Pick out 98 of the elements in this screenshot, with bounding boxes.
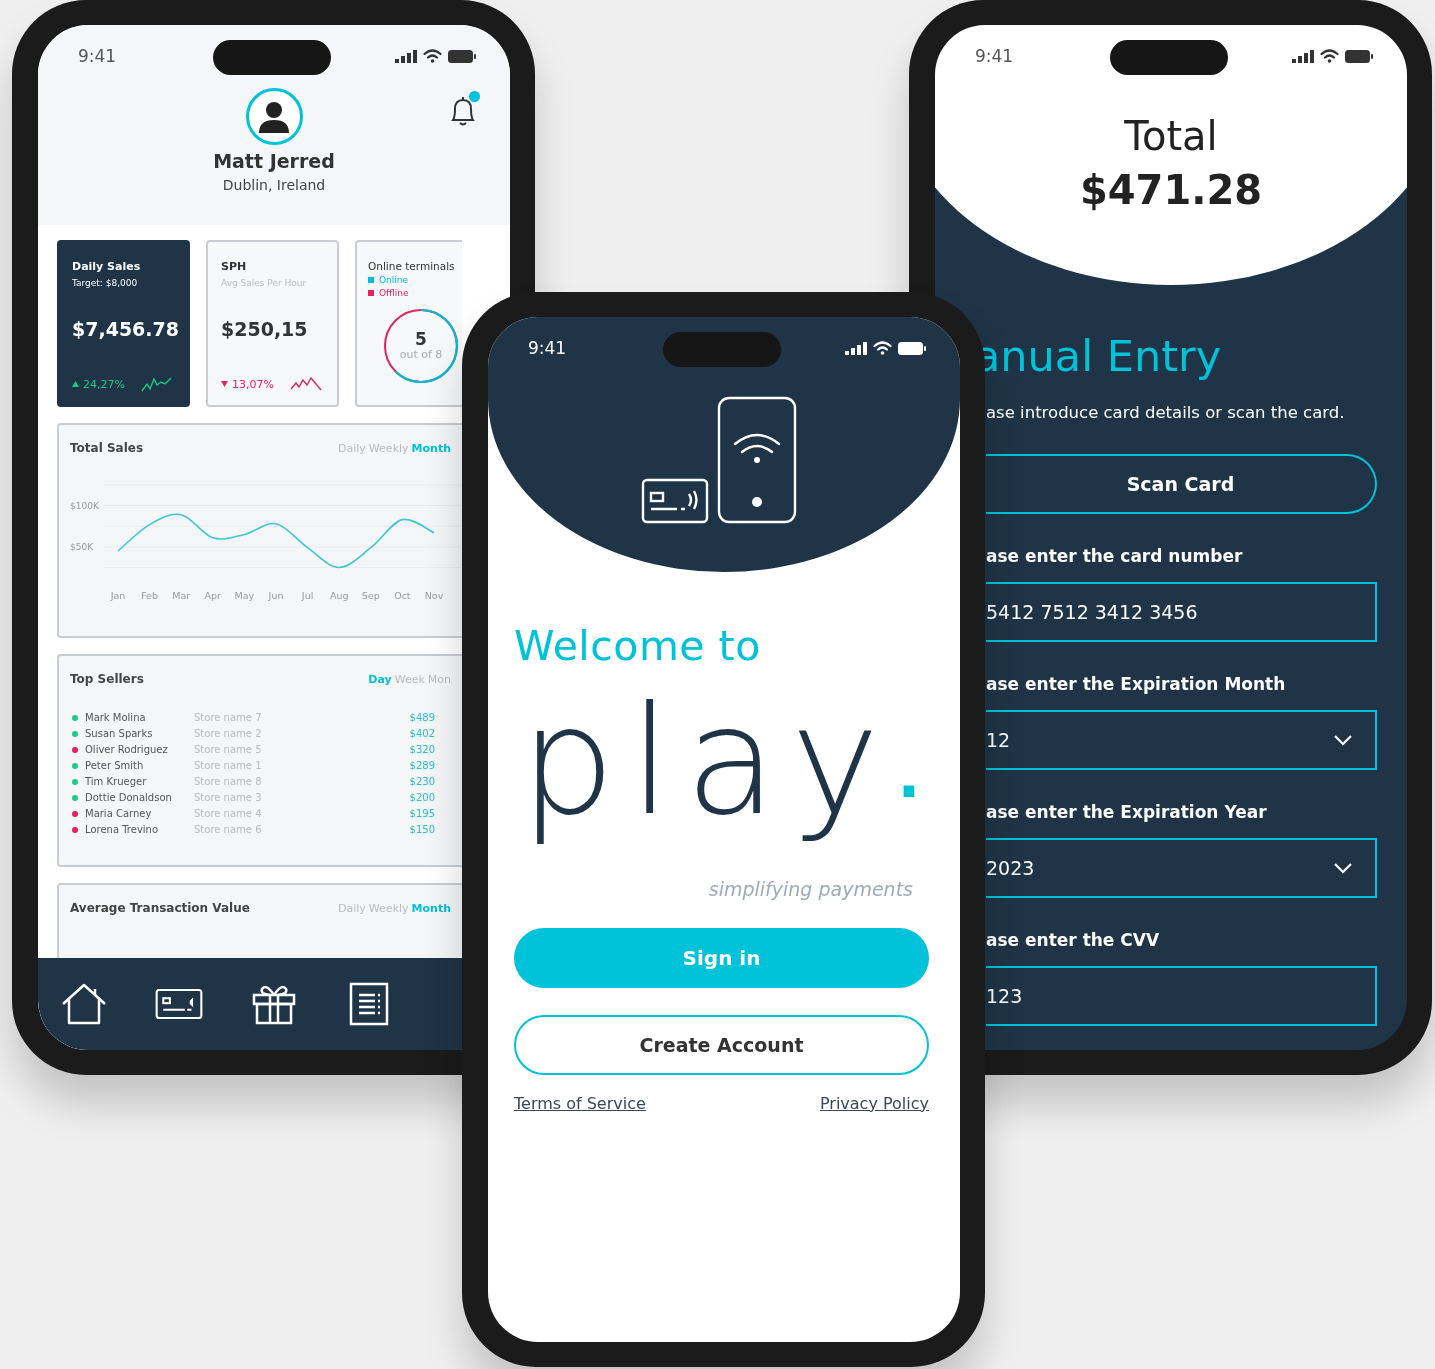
legend-label: Offline [379,288,409,298]
sales-amount: $195 [409,808,435,819]
card-title: Total Sales [70,441,144,455]
trend-down-icon [221,381,228,387]
axis-label: Aug [329,590,349,601]
store-name: Store name 3 [194,792,263,803]
sales-amount: $230 [409,776,435,787]
axis-label: $100K [70,500,99,511]
create-account-button[interactable]: Create Account [514,1014,929,1075]
trend-percent: 24,27% [83,377,125,391]
sparkline-drawing [140,375,173,393]
axis-label: Jul [301,590,314,601]
axis-label: Feb [141,590,158,601]
store-name: Store name 6 [194,824,263,835]
sales-amount: $402 [409,728,435,739]
card-title: Online terminals [368,260,456,272]
status-time: 9:41 [975,46,1014,66]
axis-label: Jan [110,590,126,601]
legal-link[interactable]: Privacy Policy [819,1093,929,1113]
store-name: Store name 1 [194,760,263,771]
welcome-heading: Welcome to [514,622,762,670]
axis-label: Sep [361,590,380,601]
store-name: Store name 5 [194,744,263,755]
axis-label: Jun [268,590,284,601]
axis-label: Mar [172,590,191,601]
total-label: Total [1124,113,1218,159]
stat-card[interactable]: Daily Sales Target: $8,000 $7,456.78 24,27% [57,240,190,407]
instruction-text: ase introduce card details or scan the card. [986,403,1346,422]
input-field[interactable]: 5412 7512 3412 3456 [986,582,1377,642]
axis-label: Nov [424,590,444,601]
signal-icon [395,49,417,63]
scan-card-button[interactable]: Scan Card [986,454,1377,514]
gift-icon[interactable] [252,983,296,1025]
wifi-icon [423,49,442,63]
trend-up-icon [72,381,79,387]
seller-name: Mark Molina [85,712,147,723]
card-title: Daily Sales [72,260,142,273]
terminal-count: 5 [415,331,427,348]
sparkline-drawing [289,375,322,393]
signal-icon [1292,49,1314,63]
store-name: Store name 2 [194,728,263,739]
store-name: Store name 8 [194,776,263,787]
status-time: 9:41 [78,46,117,66]
user-location: Dublin, Ireland [222,177,326,193]
field-label: ase enter the CVV [986,930,1161,950]
card-title: Top Sellers [70,672,144,686]
chevron-down-icon [1333,734,1353,746]
seller-name: Lorena Trevino [85,824,160,835]
card-title: Average Transaction Value [70,901,250,915]
seller-name: Susan Sparks [85,728,154,739]
tagline: simplifying payments [708,877,913,900]
user-icon [259,100,289,133]
card-title: SPH [221,260,248,273]
notification-bell-icon[interactable] [449,95,477,127]
smartphone-icon [717,396,797,524]
wifi-icon [873,341,892,355]
sales-amount: $289 [409,760,435,771]
field-label: ase enter the Expiration Year [986,802,1268,822]
legal-link[interactable]: Terms of Service [514,1093,646,1113]
seller-name: Tim Krueger [85,776,148,787]
seller-name: Peter Smith [85,760,145,771]
home-icon[interactable] [61,983,107,1025]
contactless-card-icon [641,478,709,524]
axis-label: Oct [394,590,411,601]
logo-wordmark: play [520,673,894,850]
wifi-icon [1320,49,1339,63]
chevron-down-icon [1333,862,1353,874]
store-name: Store name 4 [194,808,263,819]
sales-amount: $489 [409,712,435,723]
axis-label: Apr [204,590,221,601]
signal-icon [845,341,867,355]
stat-card[interactable]: Online terminals Online Offline 5 out of 8 [355,240,462,407]
axis-label: $50K [70,541,94,552]
field-label: ase enter the card number [986,546,1244,566]
terminal-total: out of 8 [399,348,443,361]
select-field[interactable]: 12 [986,710,1377,770]
trend-percent: 13,07% [232,377,274,391]
input-field[interactable]: 123 [986,966,1377,1026]
total-amount: $471.28 [1079,167,1263,213]
seller-name: Maria Carney [85,808,153,819]
select-field[interactable]: 2023 [986,838,1377,898]
logo-dot: . [897,745,921,806]
sales-amount: $150 [409,824,435,835]
receipt-icon[interactable] [349,982,389,1026]
seller-name: Dottie Donaldson [85,792,173,803]
legend-label: Online [379,275,409,285]
card-value: $7,456.78 [72,318,176,340]
axis-label: May [234,590,255,601]
card-value: $250,15 [221,318,309,340]
status-time: 9:41 [528,338,567,358]
sales-amount: $200 [409,792,435,803]
field-label: ase enter the Expiration Month [986,674,1287,694]
card-subtitle: Target: $8,000 [72,278,139,288]
avatar[interactable] [245,88,303,145]
user-name: Matt Jerred [213,150,335,172]
seller-name: Oliver Rodriguez [85,744,169,755]
store-name: Store name 7 [194,712,263,723]
sales-amount: $320 [409,744,435,755]
